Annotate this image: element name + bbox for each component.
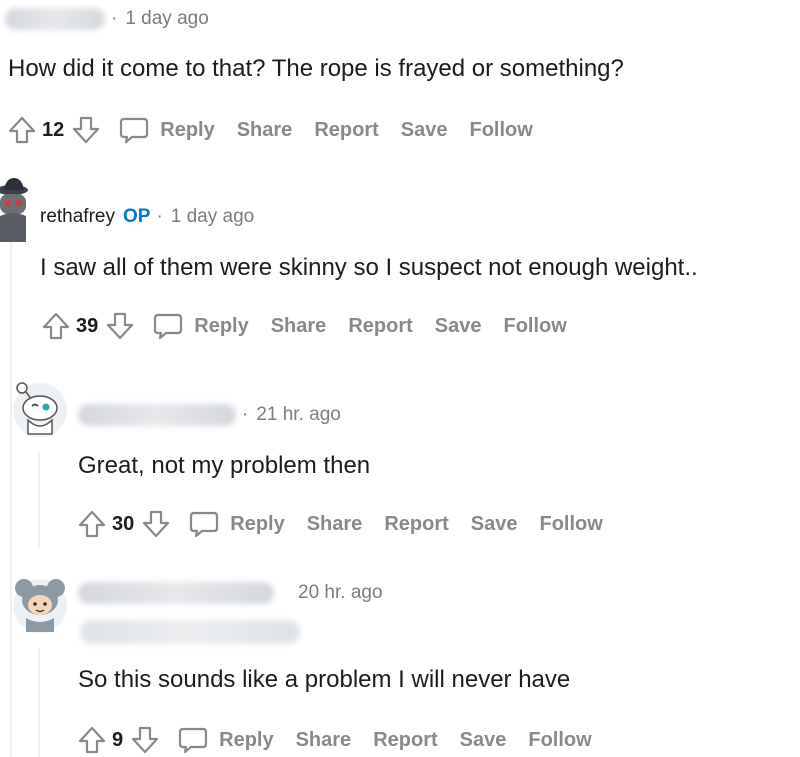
share-button[interactable]: Share [271,315,327,338]
share-button[interactable]: Share [307,513,363,536]
timestamp[interactable]: 1 day ago [171,206,254,228]
comment-meta: · 1 day ago [5,8,209,30]
comment-actions: 12 Reply Share Report Save Follow [6,114,533,146]
upvote-arrow-icon[interactable] [40,310,72,342]
report-button[interactable]: Report [314,119,378,142]
username[interactable]: rethafrey [40,206,115,228]
report-button[interactable]: Report [384,513,448,536]
username-redacted [78,582,274,604]
speech-bubble-icon[interactable] [152,310,184,342]
avatar[interactable] [12,570,68,636]
downvote-arrow-icon[interactable] [70,114,102,146]
share-button[interactable]: Share [237,119,293,142]
comment-actions: 39 Reply Share Report Save Follow [40,310,567,342]
follow-button[interactable]: Follow [503,315,566,338]
comment-actions: 30 Reply Share Report Save Follow [76,508,603,540]
comment-body: So this sounds like a problem I will nev… [78,666,571,693]
timestamp[interactable]: 20 hr. ago [298,582,383,604]
share-button[interactable]: Share [296,729,352,752]
follow-button[interactable]: Follow [528,729,591,752]
report-button[interactable]: Report [348,315,412,338]
save-button[interactable]: Save [401,119,448,142]
downvote-arrow-icon[interactable] [129,724,161,756]
reply-button[interactable]: Reply [230,513,284,536]
vote-count: 39 [76,314,99,337]
speech-bubble-icon[interactable] [188,508,220,540]
reply-button[interactable]: Reply [160,119,214,142]
vote-count: 9 [112,728,124,751]
vote-count: 12 [42,118,65,141]
report-button[interactable]: Report [373,729,437,752]
comment-body: How did it come to that? The rope is fra… [8,55,624,82]
timestamp[interactable]: 21 hr. ago [256,404,341,426]
save-button[interactable]: Save [435,315,482,338]
reply-button[interactable]: Reply [194,315,248,338]
upvote-arrow-icon[interactable] [76,508,108,540]
follow-button[interactable]: Follow [469,119,532,142]
speech-bubble-icon[interactable] [118,114,150,146]
comment-meta: · 21 hr. ago [78,404,341,426]
speech-bubble-icon[interactable] [177,724,209,756]
comment: rethafrey OP · 1 day ago I saw all of th… [0,170,800,350]
save-button[interactable]: Save [471,513,518,536]
comment-actions: 9 Reply Share Report Save Follow [76,724,592,756]
follow-button[interactable]: Follow [539,513,602,536]
vote-count: 30 [112,512,135,535]
downvote-arrow-icon[interactable] [140,508,172,540]
downvote-arrow-icon[interactable] [104,310,136,342]
upvote-arrow-icon[interactable] [76,724,108,756]
username-redacted [5,8,105,30]
comment-meta: rethafrey OP · 1 day ago [40,206,254,228]
save-button[interactable]: Save [460,729,507,752]
username-redacted [78,404,236,426]
comment: 20 hr. ago So this sounds like a problem… [0,564,800,757]
comment-body: I saw all of them were skinny so I suspe… [40,254,698,281]
comment: · 21 hr. ago Great, not my problem then … [0,368,800,548]
upvote-arrow-icon[interactable] [6,114,38,146]
separator-dot: · [156,206,163,227]
user-flair-redacted [80,620,300,644]
comment: · 1 day ago How did it come to that? The… [0,0,800,160]
separator-dot: · [242,404,249,425]
separator-dot: · [111,8,118,29]
avatar[interactable] [12,374,68,440]
op-badge: OP [122,206,151,227]
comment-body: Great, not my problem then [78,452,371,479]
reply-button[interactable]: Reply [219,729,273,752]
avatar[interactable] [0,176,30,242]
timestamp[interactable]: 1 day ago [125,8,208,30]
comment-meta: 20 hr. ago [78,582,383,604]
